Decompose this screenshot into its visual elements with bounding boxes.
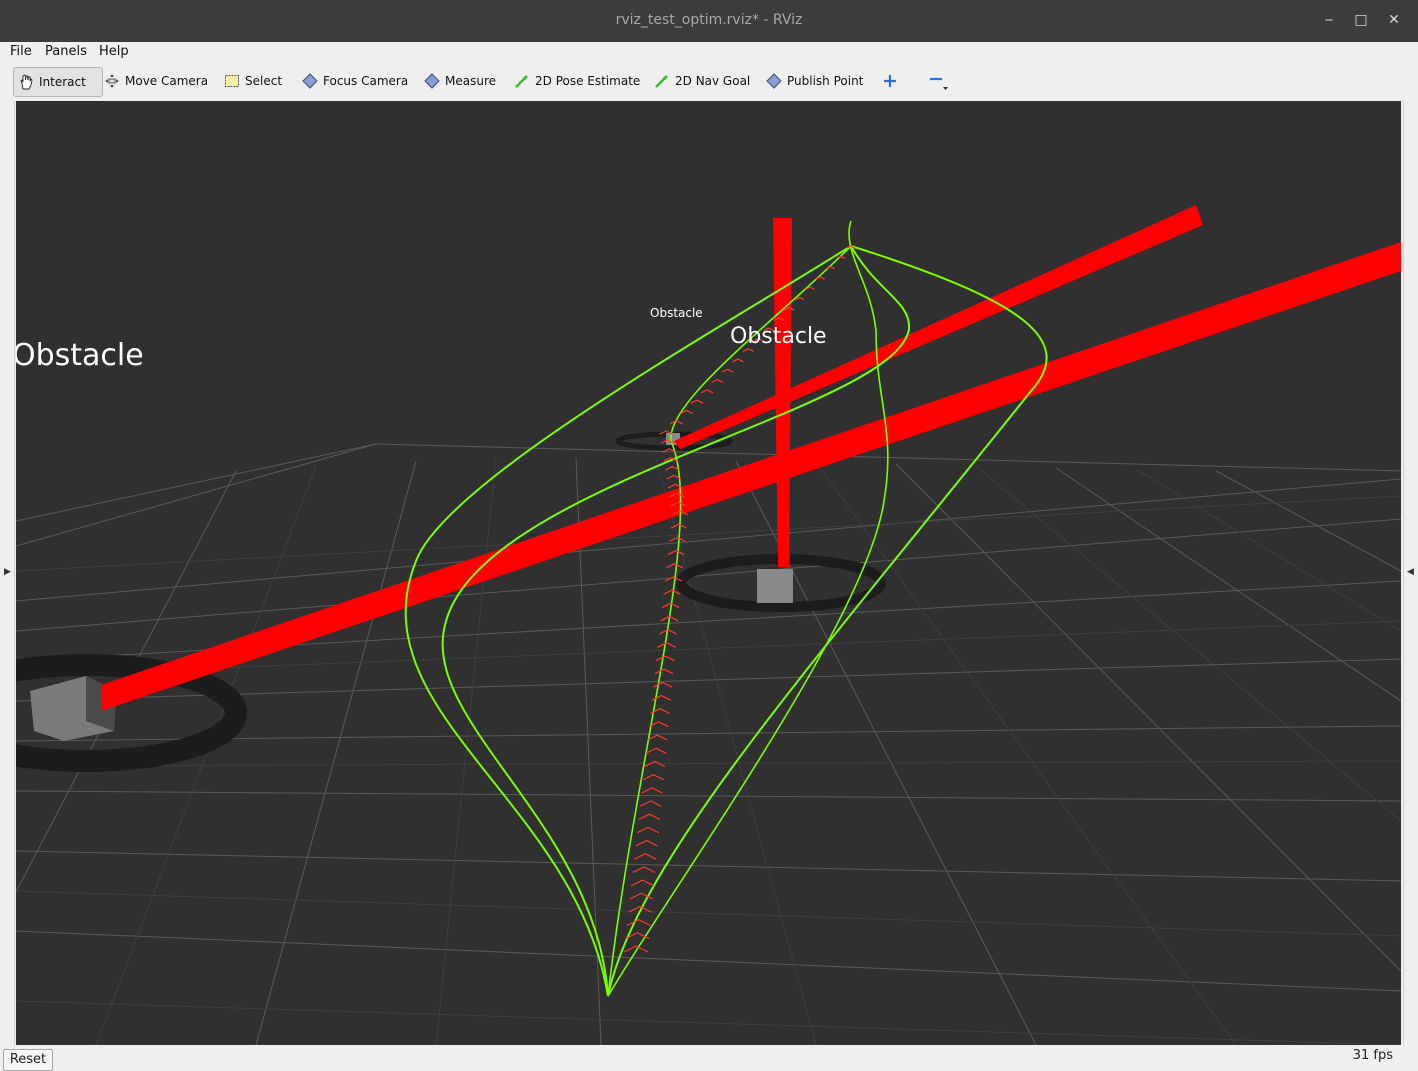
right-dock-collapse[interactable]: ◀ — [1403, 101, 1418, 1045]
obstacle-label-large: Obstacle — [16, 338, 144, 373]
pose-arrow — [632, 866, 656, 874]
pose-arrow — [700, 389, 714, 394]
pose-arrow — [742, 348, 754, 352]
minus-icon — [930, 77, 948, 90]
pose-arrow — [721, 368, 734, 373]
focus-camera-icon — [302, 73, 318, 89]
tool-label: Measure — [445, 74, 496, 88]
fps-readout: 31 fps — [1352, 1048, 1393, 1063]
tool-measure[interactable]: Measure — [424, 67, 496, 95]
obstacle-label-medium: Obstacle — [730, 324, 827, 349]
pose-arrow — [670, 523, 687, 529]
pose-arrow — [636, 826, 660, 834]
obstacle-label-small: Obstacle — [650, 306, 703, 320]
tool-label: Interact — [39, 75, 86, 89]
candidate-trajectories — [404, 220, 1048, 997]
publish-point-icon — [766, 73, 782, 89]
pose-arrow — [654, 668, 674, 675]
add-tool-button[interactable] — [882, 67, 903, 95]
pose-arrow — [645, 747, 667, 754]
window-title: rviz_test_optim.rviz* - RViz — [615, 12, 803, 28]
tool-label: Publish Point — [787, 74, 864, 88]
tool-move-camera[interactable]: Move Camera — [104, 67, 208, 95]
nav-goal-icon — [655, 75, 668, 88]
obstacle-far — [615, 431, 733, 451]
tool-label: Select — [245, 74, 283, 88]
close-button[interactable]: ✕ — [1383, 10, 1405, 30]
tool-label: 2D Pose Estimate — [535, 74, 641, 88]
pose-arrow — [732, 358, 744, 363]
remove-tool-button[interactable] — [928, 67, 955, 95]
menu-help[interactable]: Help — [99, 44, 129, 59]
tool-label: Move Camera — [125, 74, 209, 88]
pose-arrow — [638, 813, 661, 821]
minimize-button[interactable]: ‒ — [1318, 10, 1340, 30]
expand-right-icon: ◀ — [1407, 567, 1414, 577]
toolbar: Interact Move Camera Select Focus Camera… — [0, 62, 1418, 154]
pose-arrows — [623, 245, 856, 953]
pose-arrow — [815, 276, 825, 280]
tool-focus-camera[interactable]: Focus Camera — [302, 67, 408, 95]
pose-arrow — [631, 879, 655, 887]
pose-arrow — [663, 589, 681, 595]
pose-arrow — [666, 563, 684, 569]
tool-publish-point[interactable]: Publish Point — [766, 67, 863, 95]
pose-arrow — [647, 734, 668, 741]
pose-estimate-icon — [515, 75, 528, 88]
pose-arrow — [651, 694, 672, 701]
obstacle-velocity-markers — [101, 205, 1401, 711]
tool-interact[interactable]: Interact — [13, 67, 103, 97]
pose-arrow — [669, 536, 686, 542]
pose-arrow — [669, 420, 683, 425]
3d-viewport[interactable]: Obstacle Obstacle Obstacle — [16, 101, 1401, 1045]
tool-label: Focus Camera — [323, 74, 409, 88]
tool-2d-pose-estimate[interactable]: 2D Pose Estimate — [514, 67, 640, 95]
tool-2d-nav-goal[interactable]: 2D Nav Goal — [654, 67, 750, 95]
move-camera-icon — [105, 74, 119, 88]
pose-arrow — [690, 399, 704, 404]
title-bar: rviz_test_optim.rviz* - RViz ‒ □ ✕ — [0, 0, 1418, 42]
menu-file[interactable]: File — [10, 44, 32, 59]
tool-select[interactable]: Select — [224, 67, 282, 95]
left-dock-collapse[interactable]: ▶ — [0, 101, 15, 1045]
menu-panels[interactable]: Panels — [45, 44, 87, 59]
ground-grid-fine — [16, 458, 1401, 1045]
hand-icon — [20, 74, 33, 90]
pose-arrow — [655, 655, 675, 662]
pose-arrow — [825, 265, 835, 270]
pose-arrow — [653, 681, 673, 688]
pose-arrow — [657, 642, 676, 648]
maximize-button[interactable]: □ — [1350, 10, 1372, 30]
reset-button[interactable]: Reset — [3, 1049, 53, 1071]
tool-label: 2D Nav Goal — [675, 74, 751, 88]
plus-icon — [884, 75, 896, 87]
expand-left-icon: ▶ — [4, 567, 11, 577]
pose-arrow — [665, 465, 680, 471]
pose-arrow — [836, 255, 846, 259]
pose-arrow — [641, 787, 663, 794]
pose-arrow — [711, 378, 724, 384]
pose-arrow — [639, 800, 662, 807]
status-bar: Reset 31 fps — [0, 1046, 1418, 1071]
pose-arrow — [626, 918, 651, 927]
measure-icon — [424, 73, 440, 89]
pose-arrow — [642, 773, 664, 781]
3d-scene[interactable]: Obstacle Obstacle Obstacle — [16, 101, 1401, 1045]
menu-bar: File Panels Help — [0, 42, 1418, 62]
pose-arrow — [633, 853, 657, 860]
select-icon — [225, 75, 239, 87]
pose-arrow — [635, 839, 658, 847]
